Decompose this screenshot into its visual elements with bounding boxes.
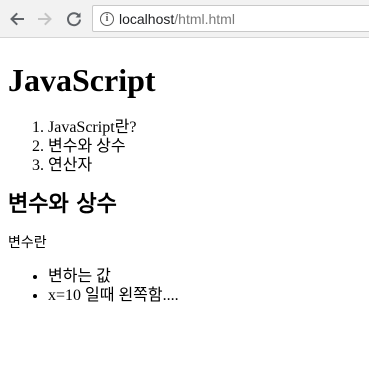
toc-list: JavaScript란? 변수와 상수 연산자 bbox=[8, 118, 361, 175]
page-content: JavaScript JavaScript란? 변수와 상수 연산자 변수와 상… bbox=[0, 62, 369, 305]
back-icon[interactable] bbox=[6, 8, 28, 30]
toc-item: 연산자 bbox=[48, 156, 361, 175]
reload-icon[interactable] bbox=[63, 8, 85, 30]
section-heading: 변수와 상수 bbox=[8, 192, 117, 217]
page-title: JavaScript bbox=[8, 62, 156, 98]
bullet-item: x=10 일때 왼쪽함.... bbox=[48, 286, 361, 305]
toc-item: 변수와 상수 bbox=[48, 137, 361, 156]
address-bar[interactable]: i localhost/html.html bbox=[92, 5, 369, 32]
section-intro: 변수란 bbox=[8, 235, 47, 251]
toc-item: JavaScript란? bbox=[48, 118, 361, 137]
bullet-list: 변하는 값 x=10 일때 왼쪽함.... bbox=[8, 267, 361, 305]
bullet-item: 변하는 값 bbox=[48, 267, 361, 286]
url-host: localhost bbox=[119, 10, 175, 27]
forward-icon[interactable] bbox=[34, 8, 56, 30]
browser-toolbar: i localhost/html.html bbox=[0, 0, 369, 38]
url-path: /html.html bbox=[174, 10, 235, 27]
info-icon[interactable]: i bbox=[100, 11, 114, 26]
